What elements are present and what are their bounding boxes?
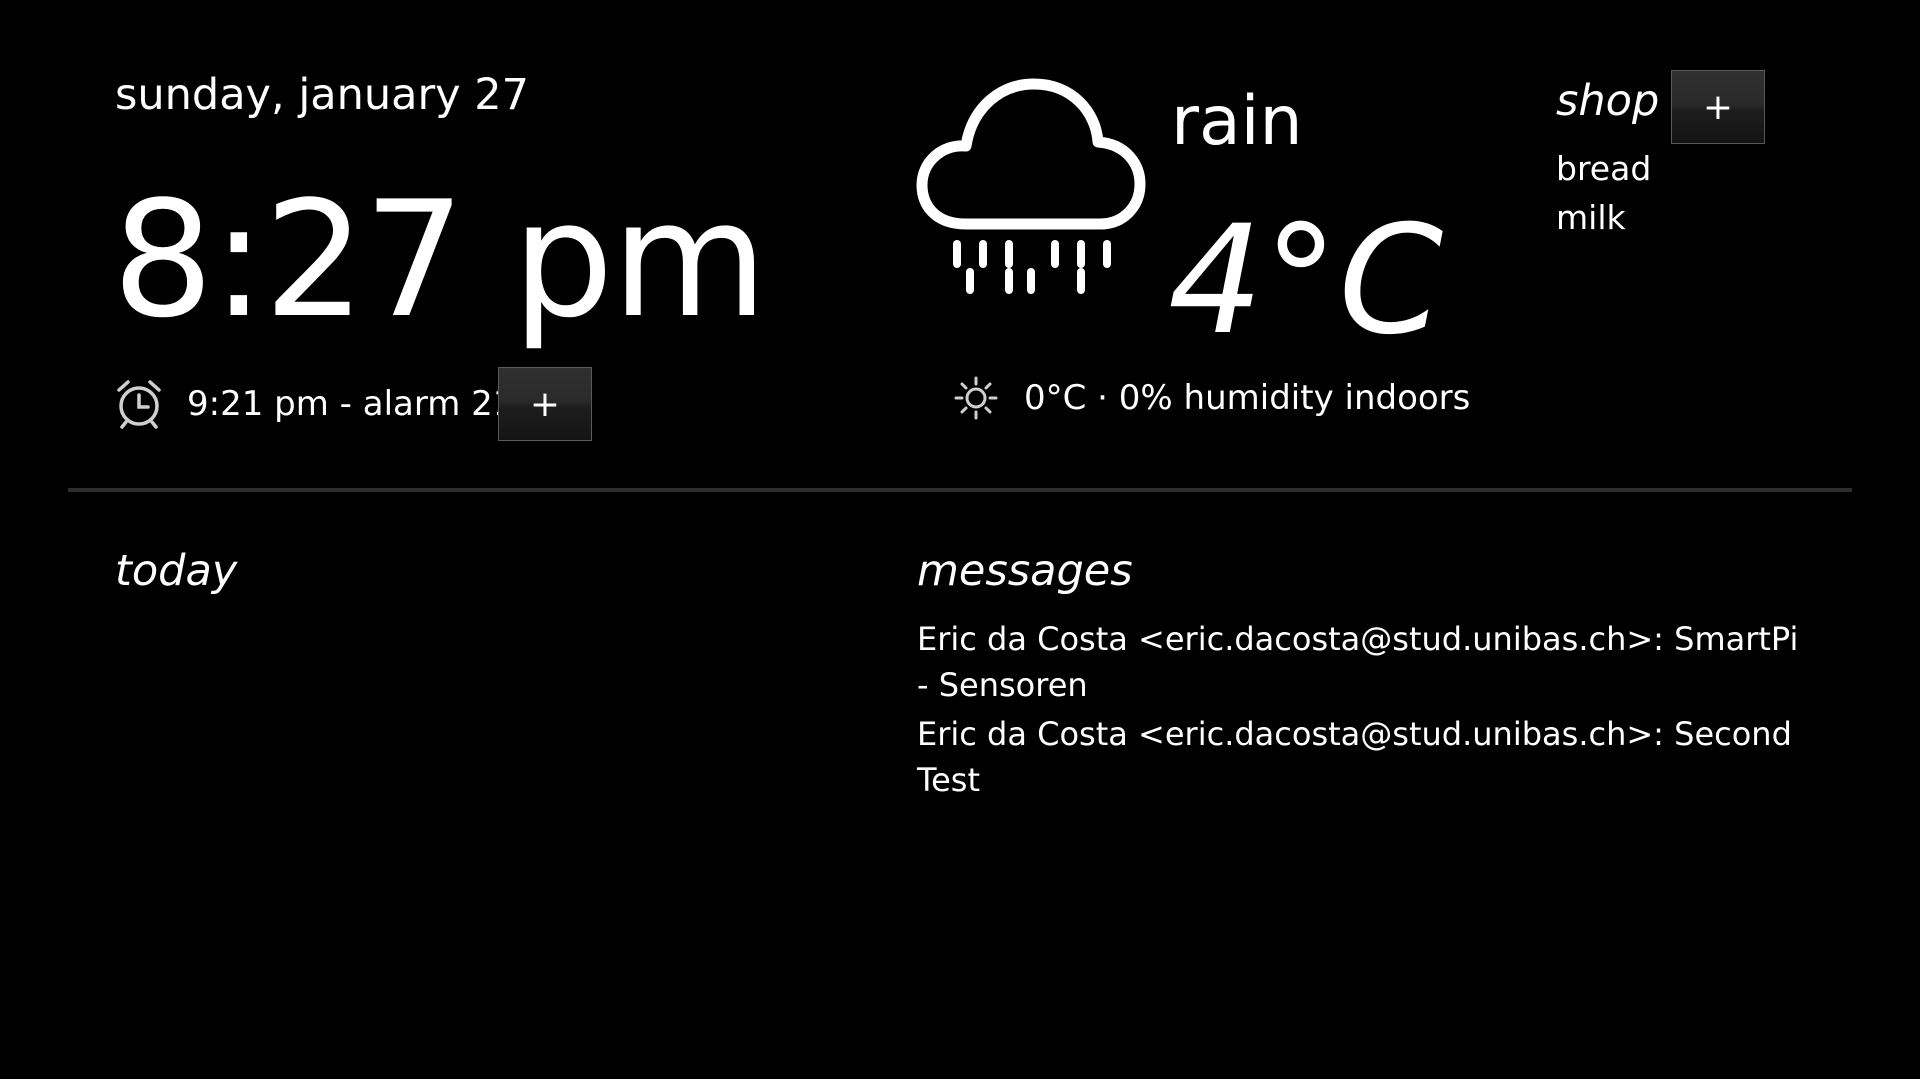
today-title: today (115, 546, 238, 596)
smart-mirror-screen: sunday, january 27 8:27 pm 9:21 pm - ala… (0, 0, 1920, 1079)
shop-title: shop (1556, 76, 1660, 126)
shop-list: bread milk (1556, 144, 1651, 242)
alarm-clock-icon (117, 380, 161, 429)
alarm-row: 9:21 pm - alarm 21 (115, 366, 514, 442)
rain-cloud-icon (916, 78, 1146, 294)
indoor-climate-row: 0°C · 0% humidity indoors (954, 376, 1470, 420)
message-item: Eric da Costa <eric.dacosta@stud.unibas.… (917, 715, 1792, 799)
message-item: Eric da Costa <eric.dacosta@stud.unibas.… (917, 620, 1799, 704)
shop-list-item: bread (1556, 149, 1652, 188)
weather-condition: rain (1171, 82, 1303, 161)
add-alarm-button[interactable]: + (498, 367, 592, 441)
shop-list-item: milk (1556, 198, 1626, 237)
date-label: sunday, january 27 (115, 70, 530, 120)
sun-icon (954, 376, 998, 420)
section-divider (68, 488, 1852, 492)
outdoor-temperature: 4°C (1168, 194, 1444, 368)
add-shop-item-button[interactable]: + (1671, 70, 1765, 144)
alarm-text: 9:21 pm - alarm 21 (187, 384, 515, 424)
messages-title: messages (917, 546, 1133, 596)
messages-list: Eric da Costa <eric.dacosta@stud.unibas.… (917, 616, 1817, 806)
indoor-climate-text: 0°C · 0% humidity indoors (1024, 378, 1471, 418)
clock-time: 8:27 pm (112, 166, 768, 353)
